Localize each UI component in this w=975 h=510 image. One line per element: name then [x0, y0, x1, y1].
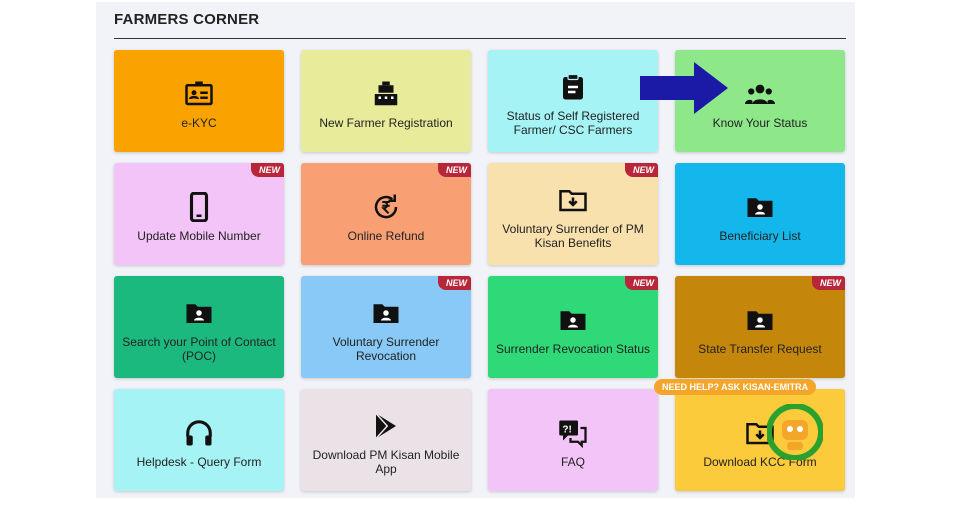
tile-state-transfer-request[interactable]: State Transfer Request NEW [675, 276, 845, 378]
tile-label: Search your Point of Contact (POC) [122, 335, 276, 363]
tile-helpdesk-query-form[interactable]: Helpdesk - Query Form [114, 389, 284, 491]
tile-label: Voluntary Surrender of PM Kisan Benefits [502, 222, 644, 250]
users-icon [744, 78, 776, 110]
tile-e-kyc[interactable]: e-KYC [114, 50, 284, 152]
tile-label: FAQ [560, 455, 585, 469]
folder-user-icon [183, 297, 215, 329]
new-badge: NEW [251, 163, 284, 177]
tile-new-farmer-registration[interactable]: New Farmer Registration [301, 50, 471, 152]
play-store-icon [370, 410, 402, 442]
tile-label: Surrender Revocation Status [495, 342, 651, 356]
tile-search-your-point-of-contact-poc[interactable]: Search your Point of Contact (POC) [114, 276, 284, 378]
tile-voluntary-surrender-revocation[interactable]: Voluntary Surrender Revocation NEW [301, 276, 471, 378]
title-divider [114, 38, 846, 39]
cash-register-icon [370, 78, 402, 110]
pointer-arrow-icon [640, 62, 728, 114]
new-badge: NEW [438, 276, 471, 290]
new-badge: NEW [812, 276, 845, 290]
kisan-emitra-help-pill[interactable]: NEED HELP? ASK KISAN-EMITRA [654, 379, 817, 395]
tile-grid: e-KYC New Farmer Registration Status of Se… [114, 50, 847, 493]
folder-download-icon [557, 184, 589, 216]
id-card-icon [183, 78, 215, 110]
tile-label: State Transfer Request [698, 342, 822, 356]
tile-download-pm-kisan-mobile-app[interactable]: Download PM Kisan Mobile App [301, 389, 471, 491]
mobile-icon [183, 191, 215, 223]
headphones-icon [183, 417, 215, 449]
tile-online-refund[interactable]: Online Refund NEW [301, 163, 471, 265]
tile-status-of-self-registered-farmer-csc-farmers[interactable]: Status of Self Registered Farmer/ CSC Fa… [488, 50, 658, 152]
tile-label: Beneficiary List [719, 229, 801, 243]
tile-label: Update Mobile Number [137, 229, 261, 243]
svg-text:?!: ?! [562, 424, 571, 435]
tile-update-mobile-number[interactable]: Update Mobile Number NEW [114, 163, 284, 265]
tile-surrender-revocation-status[interactable]: Surrender Revocation Status NEW [488, 276, 658, 378]
tile-faq[interactable]: ?! FAQ [488, 389, 658, 491]
section-title: FARMERS CORNER [114, 11, 260, 28]
tile-voluntary-surrender-of-pm-kisan-benefits[interactable]: Voluntary Surrender of PM Kisan Benefits… [488, 163, 658, 265]
tile-label: Helpdesk - Query Form [136, 455, 262, 469]
folder-user-icon [557, 304, 589, 336]
tile-label: e-KYC [181, 116, 217, 130]
new-badge: NEW [438, 163, 471, 177]
tile-label: New Farmer Registration [319, 116, 453, 130]
tile-label: Know Your Status [712, 116, 808, 130]
tile-label: Online Refund [347, 229, 425, 243]
tile-label: Download PM Kisan Mobile App [312, 448, 460, 476]
faq-icon: ?! [557, 417, 589, 449]
tile-label: Status of Self Registered Farmer/ CSC Fa… [506, 109, 640, 137]
clipboard-icon [557, 71, 589, 103]
new-badge: NEW [625, 276, 658, 290]
folder-user-icon [744, 304, 776, 336]
tile-label: Voluntary Surrender Revocation [332, 335, 440, 363]
new-badge: NEW [625, 163, 658, 177]
folder-user-icon [744, 191, 776, 223]
rupee-refund-icon [370, 191, 402, 223]
tile-beneficiary-list[interactable]: Beneficiary List [675, 163, 845, 265]
folder-user-icon [370, 297, 402, 329]
chatbot-icon[interactable] [767, 404, 823, 460]
